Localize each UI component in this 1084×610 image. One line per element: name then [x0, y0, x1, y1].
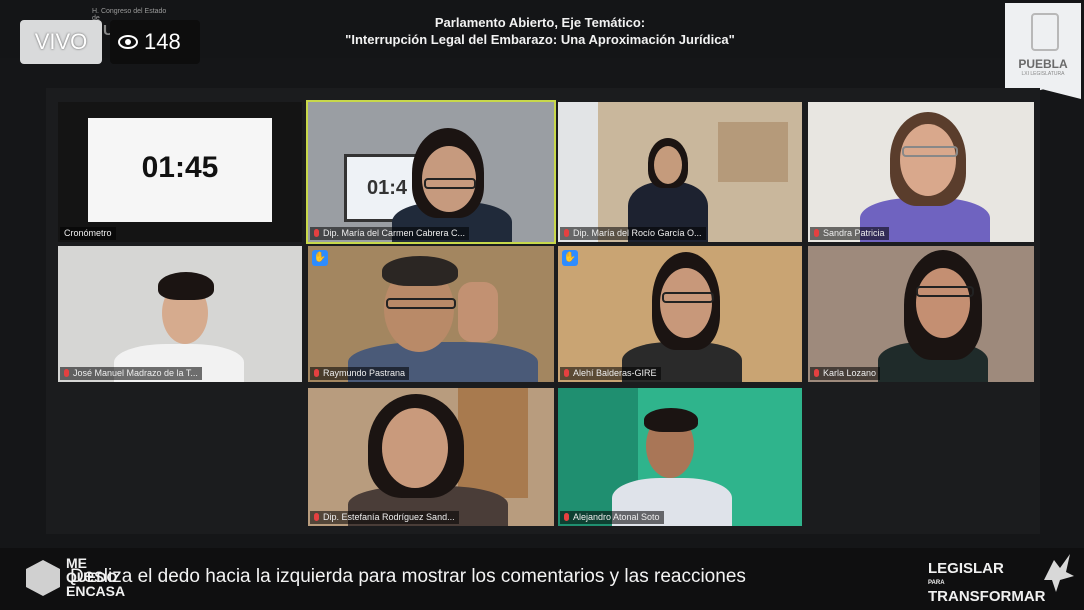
viewer-count-badge[interactable]: 148: [110, 20, 200, 64]
viewer-count: 148: [144, 29, 181, 54]
video-tile-cronometro[interactable]: 01:45 Cronómetro: [58, 102, 302, 242]
tile-name-label: Sandra Patricia: [810, 227, 889, 240]
live-badge[interactable]: VIVO: [20, 20, 102, 64]
video-tile-participant[interactable]: Karla Lozano: [808, 246, 1034, 382]
bookshelf: [458, 388, 528, 498]
muted-mic-icon: [64, 369, 69, 377]
video-tile-participant[interactable]: ✋ Alehí Balderas-GIRE: [558, 246, 802, 382]
logo-name: PUEBLA: [1018, 57, 1068, 71]
stream-title: Parlamento Abierto, Eje Temático: "Inter…: [260, 14, 820, 48]
title-line-2: "Interrupción Legal del Embarazo: Una Ap…: [345, 32, 735, 47]
raised-hand-icon: ✋: [312, 250, 328, 266]
video-gallery: 01:45 Cronómetro 01:4 Dip. María del Car…: [46, 88, 1040, 534]
tile-name-label: Dip. María del Rocío García O...: [560, 227, 706, 240]
muted-mic-icon: [314, 369, 319, 377]
video-tile-participant[interactable]: Sandra Patricia: [808, 102, 1034, 242]
legislar-para-transformar-logo: LEGISLAR PARA TRANSFORMAR: [928, 560, 1046, 605]
puebla-legislature-logo: PUEBLA LXI LEGISLATURA: [1005, 3, 1081, 99]
tile-name-label: José Manuel Madrazo de la T...: [60, 367, 202, 380]
video-tile-active-speaker[interactable]: 01:4 Dip. María del Carmen Cabrera C...: [306, 100, 556, 244]
muted-mic-icon: [814, 229, 819, 237]
timer-display: 01:45: [88, 118, 272, 222]
livestream-view: H. Congreso del Estado de PUEBLA Parlame…: [0, 0, 1084, 610]
muted-mic-icon: [314, 229, 319, 237]
tile-name-label: Karla Lozano: [810, 367, 881, 380]
eagle-icon: [1040, 550, 1076, 594]
muted-mic-icon: [564, 229, 569, 237]
video-tile-participant[interactable]: Dip. María del Rocío García O...: [558, 102, 802, 242]
video-tile-participant[interactable]: ✋ Raymundo Pastrana: [308, 246, 554, 382]
cube-icon: [26, 560, 60, 596]
tile-name-label: Dip. Estefanía Rodríguez Sand...: [310, 511, 459, 524]
video-tile-participant[interactable]: Dip. Estefanía Rodríguez Sand...: [308, 388, 554, 526]
eye-icon: [118, 35, 138, 49]
title-line-1: Parlamento Abierto, Eje Temático:: [434, 15, 646, 30]
video-tile-participant[interactable]: José Manuel Madrazo de la T...: [58, 246, 302, 382]
muted-mic-icon: [314, 513, 319, 521]
hand-on-head: [458, 282, 498, 342]
tile-name-label: Cronómetro: [60, 227, 116, 240]
crest-icon: [1031, 13, 1059, 51]
muted-mic-icon: [814, 369, 819, 377]
tile-name-label: Alehí Balderas-GIRE: [560, 367, 661, 380]
raised-hand-icon: ✋: [562, 250, 578, 266]
tile-name-label: Dip. María del Carmen Cabrera C...: [310, 227, 470, 240]
muted-mic-icon: [564, 513, 569, 521]
muted-mic-icon: [564, 369, 569, 377]
tile-name-label: Alejandro Atonal Soto: [560, 511, 664, 524]
video-tile-participant[interactable]: Alejandro Atonal Soto: [558, 388, 802, 526]
tile-name-label: Raymundo Pastrana: [310, 367, 410, 380]
swipe-hint: Desliza el dedo hacia la izquierda para …: [70, 566, 746, 587]
logo-sub: LXI LEGISLATURA: [1021, 71, 1065, 77]
